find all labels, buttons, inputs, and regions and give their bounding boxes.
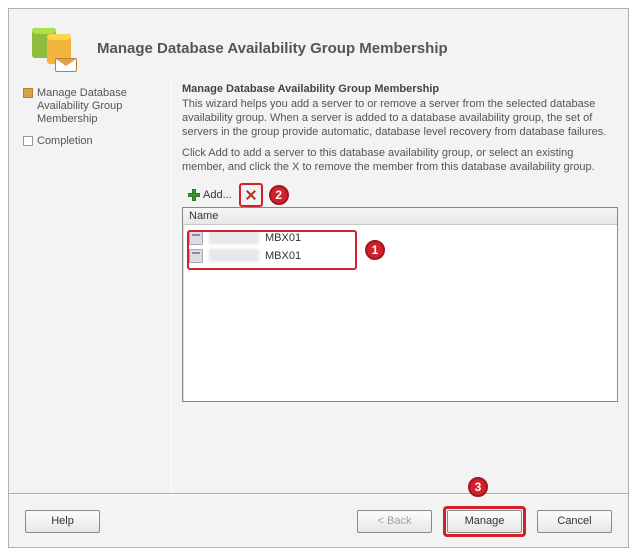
cancel-button[interactable]: Cancel: [537, 510, 612, 533]
back-button[interactable]: < Back: [357, 510, 432, 533]
page-title: Manage Database Availability Group Membe…: [97, 40, 448, 57]
server-name: MBX01: [265, 250, 301, 262]
callout-3-wrapper: 3 Manage: [440, 503, 529, 540]
sidebar-item-membership[interactable]: Manage Database Availability Group Membe…: [23, 85, 165, 129]
step-marker-icon: [23, 88, 33, 98]
x-icon: [244, 188, 258, 202]
list-item[interactable]: MBX01: [189, 229, 611, 247]
server-name: MBX01: [265, 232, 301, 244]
redacted-text: [209, 231, 259, 244]
plus-icon: [187, 188, 201, 202]
wizard-steps-sidebar: Manage Database Availability Group Membe…: [23, 79, 165, 493]
list-toolbar: Add... 2: [182, 183, 618, 207]
add-button[interactable]: Add...: [182, 186, 237, 204]
sidebar-item-label: Manage Database Availability Group Membe…: [37, 87, 165, 127]
callout-badge-3: 3: [468, 477, 488, 497]
section-subtitle: Manage Database Availability Group Membe…: [182, 83, 618, 95]
server-icon: [189, 231, 203, 245]
main-panel: Manage Database Availability Group Membe…: [182, 79, 618, 493]
sidebar-item-completion[interactable]: Completion: [23, 133, 165, 150]
list-column-header[interactable]: Name: [183, 208, 617, 225]
step-marker-icon: [23, 136, 33, 146]
server-icon: [189, 249, 203, 263]
add-button-label: Add...: [203, 189, 232, 201]
header: Manage Database Availability Group Membe…: [9, 9, 628, 79]
app-logo-icon: [29, 24, 77, 72]
callout-badge-1: 1: [365, 240, 385, 260]
vertical-divider: [171, 79, 172, 493]
sidebar-item-label: Completion: [37, 135, 93, 148]
help-button[interactable]: Help: [25, 510, 100, 533]
section-description: This wizard helps you add a server to or…: [182, 98, 618, 139]
members-listbox[interactable]: Name MBX01 MBX01 1: [182, 207, 618, 402]
manage-button[interactable]: Manage: [447, 510, 522, 533]
list-item[interactable]: MBX01: [189, 247, 611, 265]
remove-button[interactable]: [242, 186, 260, 204]
wizard-footer: Help < Back 3 Manage Cancel: [9, 493, 628, 547]
callout-badge-2: 2: [269, 185, 289, 205]
section-instruction: Click Add to add a server to this databa…: [182, 147, 618, 175]
redacted-text: [209, 249, 259, 262]
wizard-window: Manage Database Availability Group Membe…: [8, 8, 629, 548]
